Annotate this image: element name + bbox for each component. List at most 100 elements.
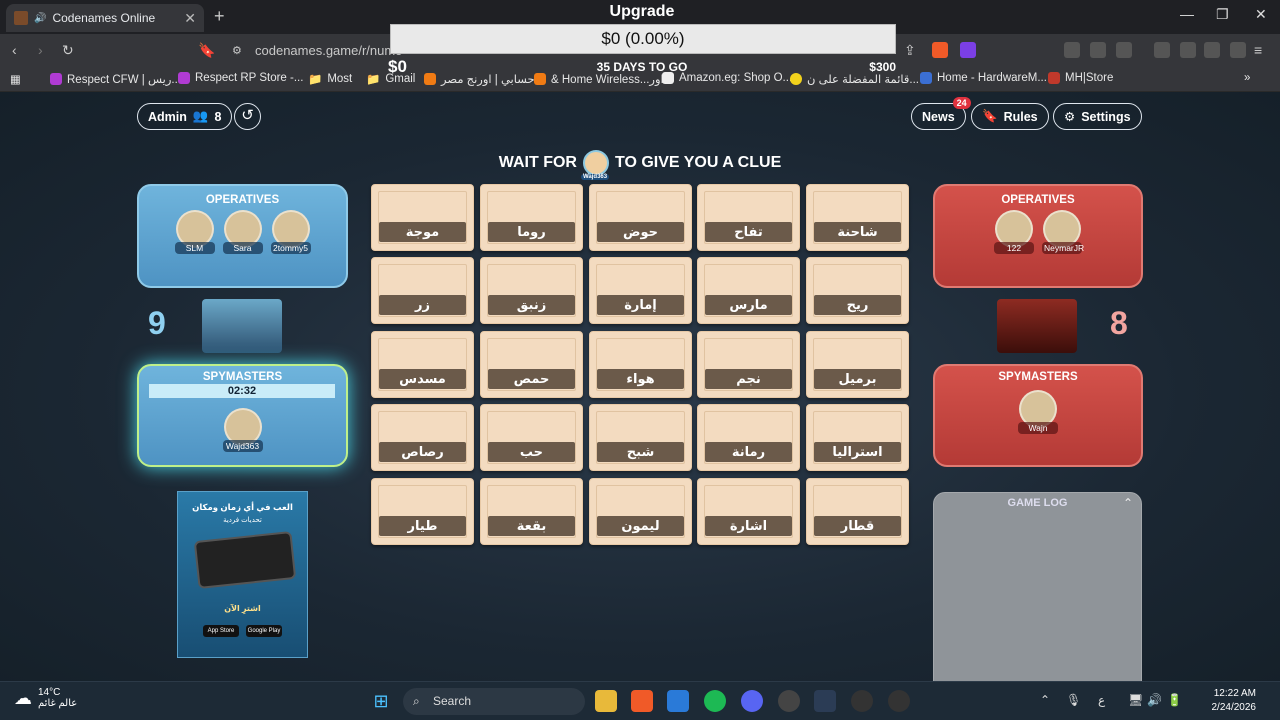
word-card[interactable]: طيار [371, 478, 474, 545]
news-button[interactable]: News 24 [911, 97, 971, 130]
player-neymarjr[interactable]: NeymarJR [1042, 210, 1084, 254]
upgrade-title: Upgrade [609, 3, 675, 20]
forward-icon[interactable]: › [38, 42, 43, 58]
bookmark-item[interactable]: Home - HardwareM... [920, 72, 1047, 84]
brave-shield-icon[interactable] [932, 42, 948, 58]
tray-overflow-icon[interactable]: ⌃ [1040, 693, 1050, 707]
tab-close-icon[interactable]: ✕ [184, 10, 196, 27]
puzzle-icon[interactable] [1090, 42, 1106, 58]
player-2tommy5[interactable]: 2tommy5 [270, 210, 311, 254]
tab-favicon-icon [14, 11, 28, 25]
chevron-up-icon[interactable]: ⌃ [1123, 496, 1133, 510]
rules-button[interactable]: 🔖 Rules [971, 103, 1049, 130]
app-store-badge[interactable]: App Store [203, 625, 239, 637]
vpn-icon[interactable] [1230, 42, 1246, 58]
close-window-icon[interactable]: ✕ [1255, 6, 1267, 23]
apps-icon[interactable]: ▦ [10, 72, 21, 86]
word-card[interactable]: ريح [806, 257, 909, 324]
word-card[interactable]: حمص [480, 331, 583, 398]
word-card[interactable]: رصاص [371, 404, 474, 471]
spotify-icon[interactable] [704, 690, 726, 712]
obs-icon[interactable] [851, 690, 873, 712]
word-card[interactable]: اشارة [697, 478, 800, 545]
reset-icon[interactable]: ↺ [234, 103, 261, 130]
reload-icon[interactable]: ↻ [62, 42, 74, 59]
extension-icon[interactable] [1064, 42, 1080, 58]
url-field[interactable]: codenames.game/r/numo [255, 43, 402, 58]
player-wajd363[interactable]: Wajd363 [222, 408, 263, 452]
word-card[interactable]: برميل [806, 331, 909, 398]
network-icon[interactable]: 🖥 [1128, 693, 1143, 707]
word-card[interactable]: حب [480, 404, 583, 471]
word-card[interactable]: شاحنة [806, 184, 909, 251]
word-card[interactable]: حوض [589, 184, 692, 251]
language-indicator[interactable]: ع [1098, 693, 1105, 707]
volume-icon[interactable]: 🔊 [1147, 693, 1162, 707]
taskbar-search[interactable]: ⌕ Search [403, 688, 585, 715]
gear-icon: ⚙ [1064, 110, 1076, 124]
word-card[interactable]: إمارة [589, 257, 692, 324]
media-icon[interactable] [1116, 42, 1132, 58]
back-icon[interactable]: ‹ [12, 42, 17, 58]
word-card[interactable]: تفاح [697, 184, 800, 251]
sidebar-icon[interactable] [1154, 42, 1170, 58]
store-icon[interactable] [667, 690, 689, 712]
file-explorer-icon[interactable] [595, 690, 617, 712]
bookmark-item[interactable]: Respect CFW | ريس... [50, 72, 181, 86]
cloud-icon: ☁ [14, 687, 32, 708]
word-card[interactable]: مارس [697, 257, 800, 324]
share-icon[interactable]: ⇪ [904, 42, 916, 59]
word-card[interactable]: هواء [589, 331, 692, 398]
word-card[interactable]: رمانة [697, 404, 800, 471]
menu-icon[interactable]: ≡ [1254, 42, 1262, 58]
admin-button[interactable]: Admin 👥 8 [137, 103, 233, 130]
new-tab-icon[interactable]: + [214, 6, 225, 27]
red-agent-image [997, 299, 1077, 353]
settings-button[interactable]: ⚙ Settings [1053, 103, 1142, 130]
site-info-icon[interactable]: ⚙ [232, 44, 242, 57]
blue-score: 9 [148, 305, 166, 341]
more-bookmarks-icon[interactable]: » [1244, 72, 1250, 84]
word-card[interactable]: ليمون [589, 478, 692, 545]
app-icon[interactable] [888, 690, 910, 712]
bookmark-item[interactable]: Respect RP Store -... [178, 72, 303, 84]
bookmark-item[interactable]: MH|Store [1048, 72, 1113, 84]
app-icon[interactable] [778, 690, 800, 712]
weather-widget[interactable]: ☁ 14°C عالم غائم [14, 687, 77, 709]
word-card[interactable]: مسدس [371, 331, 474, 398]
minimize-icon[interactable]: — [1180, 6, 1194, 22]
advertisement[interactable]: العب في أي زمان ومكان تحديات فردية اشترِ… [177, 491, 308, 658]
spymaster-avatar: Wajd363 [580, 150, 610, 180]
player-wajn[interactable]: Wajn [1018, 390, 1058, 434]
word-card[interactable]: بقعة [480, 478, 583, 545]
leo-icon[interactable] [1204, 42, 1220, 58]
word-card[interactable]: قطار [806, 478, 909, 545]
word-card[interactable]: موجة [371, 184, 474, 251]
battery-icon[interactable]: 🔋 [1167, 693, 1182, 707]
news-badge: 24 [952, 97, 971, 109]
player-122[interactable]: 122 [994, 210, 1034, 254]
brave-rewards-icon[interactable] [960, 42, 976, 58]
browser-tab[interactable]: 🔊 Codenames Online ✕ [6, 4, 204, 32]
word-card[interactable]: روما [480, 184, 583, 251]
word-card[interactable]: نجم [697, 331, 800, 398]
microphone-icon[interactable]: 🎙 [1066, 693, 1081, 707]
bookmark-item[interactable]: 📁 Most [308, 72, 352, 86]
wallet-icon[interactable] [1180, 42, 1196, 58]
davinci-icon[interactable] [814, 690, 836, 712]
word-card[interactable]: زنبق [480, 257, 583, 324]
brave-browser-icon[interactable] [631, 690, 653, 712]
blue-operatives-panel: OPERATIVES SLM Sara 2tommy5 [137, 184, 348, 288]
google-play-badge[interactable]: Google Play [246, 625, 282, 637]
discord-icon[interactable] [741, 690, 763, 712]
maximize-icon[interactable]: ❐ [1216, 6, 1229, 23]
word-card[interactable]: شبح [589, 404, 692, 471]
word-card[interactable]: استراليا [806, 404, 909, 471]
word-card[interactable]: زر [371, 257, 474, 324]
red-spymasters-title: SPYMASTERS [998, 371, 1078, 383]
player-slm[interactable]: SLM [174, 210, 215, 254]
system-clock[interactable]: 12:22 AM 2/24/2026 [1212, 687, 1257, 715]
windows-start-icon[interactable]: ⊞ [370, 690, 392, 712]
player-sara[interactable]: Sara [222, 210, 263, 254]
bookmark-icon[interactable]: 🔖 [198, 42, 215, 59]
